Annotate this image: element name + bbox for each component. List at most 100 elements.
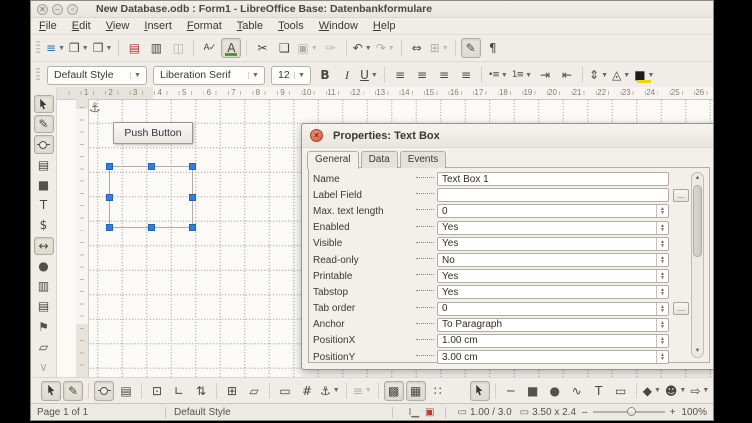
ellipse-icon[interactable]: ● xyxy=(545,381,565,401)
block-arrows-icon[interactable]: ⇨▼ xyxy=(689,381,710,401)
select-icon[interactable] xyxy=(41,381,61,401)
spin-buttons-tab-order[interactable]: ▲▼ xyxy=(656,303,668,315)
basic-shapes-icon[interactable]: ◆▼ xyxy=(642,381,662,401)
resize-handle-s[interactable] xyxy=(148,224,155,231)
paragraph-color-icon-dropdown[interactable]: ▼ xyxy=(623,72,630,79)
open-icon-dropdown[interactable]: ▼ xyxy=(82,45,89,52)
line-spacing-icon[interactable]: ⇕▼ xyxy=(588,65,609,85)
select-icon[interactable] xyxy=(470,381,490,401)
resize-handle-sw[interactable] xyxy=(106,224,113,231)
draw-functions-icon[interactable]: ✎ xyxy=(461,38,481,58)
font-name-combo[interactable]: Liberation Serif ▼ xyxy=(153,66,265,85)
underline-icon[interactable]: U▼ xyxy=(359,65,379,85)
symbol-shapes-icon[interactable]: ☻▼ xyxy=(664,381,687,401)
resize-handle-ne[interactable] xyxy=(189,163,196,170)
numbered-list-icon-dropdown[interactable]: ▼ xyxy=(525,72,532,79)
bullet-list-icon[interactable]: •≡▼ xyxy=(487,65,509,85)
selection-mode-icon[interactable]: I▁ xyxy=(409,407,419,418)
paragraph-color-icon[interactable]: ◬▼ xyxy=(611,65,631,85)
zoom-in-icon[interactable]: + xyxy=(670,407,676,418)
anchor-icon[interactable]: ⚓ xyxy=(89,100,101,116)
zoom-slider-track[interactable] xyxy=(593,411,665,413)
zoom-out-icon[interactable]: – xyxy=(582,407,588,418)
activation-order-icon[interactable]: ⇅ xyxy=(191,381,211,401)
autospellcheck-icon[interactable]: A xyxy=(221,38,241,58)
cut-icon[interactable]: ✂ xyxy=(252,38,272,58)
rectangle-icon[interactable]: ■ xyxy=(523,381,543,401)
open-icon[interactable]: ❒▼ xyxy=(68,38,90,58)
spin-buttons-positiony[interactable]: ▲▼ xyxy=(656,351,668,363)
toolbar-grip[interactable] xyxy=(36,68,40,82)
position-size-icon[interactable]: ∟ xyxy=(169,381,189,401)
form-navigator-icon[interactable]: ▱ xyxy=(244,381,264,401)
zoom-slider[interactable]: – + xyxy=(582,407,675,418)
property-input-visible[interactable]: Yes▲▼ xyxy=(437,237,669,251)
font-size-combo[interactable]: 12 ▼ xyxy=(271,66,311,85)
control-wizards-icon[interactable] xyxy=(34,135,54,153)
align-left-icon[interactable]: ≡ xyxy=(390,65,410,85)
align-justify-icon[interactable]: ≡ xyxy=(456,65,476,85)
spin-buttons-max-text-length[interactable]: ▲▼ xyxy=(656,205,668,217)
open-in-design-mode-icon[interactable]: # xyxy=(297,381,317,401)
zoom-percent[interactable]: 100% xyxy=(681,407,707,418)
align-objects-icon-dropdown[interactable]: ▼ xyxy=(365,387,372,394)
design-mode-icon[interactable]: ✎ xyxy=(63,381,83,401)
basic-shapes-icon-dropdown[interactable]: ▼ xyxy=(654,387,661,394)
line-icon[interactable]: ─ xyxy=(501,381,521,401)
italic-icon[interactable]: I xyxy=(337,65,357,85)
paragraph-style-combo[interactable]: Default Style ▼ xyxy=(47,66,147,85)
push-button-control[interactable]: Push Button xyxy=(113,122,193,144)
combo-dropdown-icon[interactable]: ▼ xyxy=(130,72,144,79)
snap-to-grid-icon[interactable]: ▦ xyxy=(406,381,426,401)
highlight-color-icon-dropdown[interactable]: ▼ xyxy=(648,72,655,79)
resize-handle-n[interactable] xyxy=(148,163,155,170)
anchor-icon[interactable]: ⚓▼ xyxy=(319,381,341,401)
selected-text-box-control[interactable] xyxy=(109,166,193,228)
spin-buttons-tabstop[interactable]: ▲▼ xyxy=(656,286,668,298)
zoom-slider-knob[interactable] xyxy=(627,407,636,416)
push-button-icon[interactable]: ↔ xyxy=(34,237,54,255)
align-right-icon[interactable]: ≡ xyxy=(434,65,454,85)
align-center-icon[interactable]: ≡ xyxy=(412,65,432,85)
combo-dropdown-icon[interactable]: ▼ xyxy=(248,72,262,79)
insert-table-icon-dropdown[interactable]: ▼ xyxy=(442,45,449,52)
spin-buttons-anchor[interactable]: ▲▼ xyxy=(656,319,668,331)
design-mode-icon[interactable]: ✎ xyxy=(34,115,54,133)
property-input-enabled[interactable]: Yes▲▼ xyxy=(437,221,669,235)
combo-box-icon[interactable]: ▤ xyxy=(34,297,54,315)
redo-icon-dropdown[interactable]: ▼ xyxy=(388,45,395,52)
resize-handle-e[interactable] xyxy=(189,194,196,201)
option-button-icon[interactable]: ● xyxy=(34,257,54,275)
control-wizards-icon[interactable] xyxy=(94,381,114,401)
resize-handle-w[interactable] xyxy=(106,194,113,201)
property-input-positiony[interactable]: 3.00 cm▲▼ xyxy=(437,350,669,364)
property-input-tab-order[interactable]: 0▲▼ xyxy=(437,302,669,316)
form-design-icon[interactable]: ▤ xyxy=(34,156,54,174)
formatting-marks-icon[interactable]: ¶ xyxy=(483,38,503,58)
property-input-printable[interactable]: Yes▲▼ xyxy=(437,269,669,283)
menu-item-window[interactable]: Window xyxy=(319,20,358,32)
tab-data[interactable]: Data xyxy=(361,151,398,168)
menu-item-file[interactable]: File xyxy=(39,20,57,32)
anchor-icon-dropdown[interactable]: ▼ xyxy=(333,387,340,394)
undo-icon-dropdown[interactable]: ▼ xyxy=(365,45,372,52)
scrollbar-thumb[interactable] xyxy=(693,185,702,257)
new-icon-dropdown[interactable]: ▼ xyxy=(58,45,65,52)
select-icon[interactable] xyxy=(34,95,54,113)
control-properties-icon[interactable]: ⊡ xyxy=(147,381,167,401)
more-button-tab-order[interactable]: ... xyxy=(673,302,689,315)
display-grid-icon[interactable]: ▩ xyxy=(384,381,404,401)
form-canvas[interactable]: ⚓ Push Button ✕ Properties: Text Box Gen… xyxy=(88,99,713,377)
spin-buttons-visible[interactable]: ▲▼ xyxy=(656,238,668,250)
flowchart-icon[interactable]: ▦▼ xyxy=(712,381,714,401)
minimize-button[interactable]: – xyxy=(52,4,63,15)
spin-buttons-read-only[interactable]: ▲▼ xyxy=(656,254,668,266)
menu-item-tools[interactable]: Tools xyxy=(278,20,304,32)
menu-item-insert[interactable]: Insert xyxy=(144,20,172,32)
insert-text-box-icon[interactable]: T xyxy=(589,381,609,401)
symbol-shapes-icon-dropdown[interactable]: ▼ xyxy=(679,387,686,394)
copy-icon[interactable]: ❏ xyxy=(274,38,294,58)
form-design-window-icon[interactable]: ▭ xyxy=(275,381,295,401)
resize-handle-se[interactable] xyxy=(189,224,196,231)
property-input-anchor[interactable]: To Paragraph▲▼ xyxy=(437,318,669,332)
